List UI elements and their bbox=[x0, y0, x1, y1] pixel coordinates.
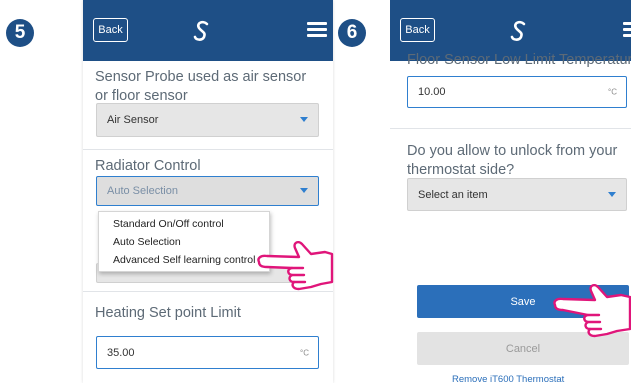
remove-thermostat-link[interactable]: Remove iT600 Thermostat bbox=[452, 374, 564, 383]
step-6-badge: 6 bbox=[338, 19, 366, 47]
unlock-label: Do you allow to unlock from your thermos… bbox=[407, 143, 618, 178]
radiator-control-select[interactable]: Auto Selection bbox=[96, 176, 319, 206]
unit-label: °C bbox=[300, 348, 309, 357]
unlock-select[interactable]: Select an item bbox=[407, 178, 627, 211]
caret-down-icon bbox=[300, 117, 308, 122]
radiator-control-options: Standard On/Off control Auto Selection A… bbox=[98, 211, 270, 272]
sensor-probe-label: Sensor Probe used as air sensor or floor… bbox=[95, 69, 307, 104]
step-5-badge: 5 bbox=[6, 19, 34, 47]
divider bbox=[390, 128, 631, 129]
phone-screen-step-5: Back Sensor Probe used as air sensor or … bbox=[83, 0, 333, 383]
hamburger-menu-icon[interactable] bbox=[307, 22, 327, 37]
app-header-mask bbox=[390, 0, 631, 61]
app-header: Back bbox=[83, 0, 333, 61]
divider bbox=[83, 149, 333, 150]
unlock-value: Select an item bbox=[418, 188, 488, 201]
option-advanced-self-learning[interactable]: Advanced Self learning control bbox=[113, 254, 255, 266]
pointing-hand-icon bbox=[257, 240, 334, 291]
sensor-probe-value: Air Sensor bbox=[107, 114, 159, 126]
sensor-probe-select[interactable]: Air Sensor bbox=[96, 103, 319, 137]
heating-limit-input[interactable]: 35.00 °C bbox=[96, 336, 319, 369]
floor-limit-input[interactable]: 10.00 °C bbox=[407, 76, 627, 108]
heating-limit-label: Heating Set point Limit bbox=[95, 305, 241, 321]
option-auto-selection[interactable]: Auto Selection bbox=[113, 236, 181, 248]
salus-logo-icon bbox=[193, 20, 209, 41]
heating-limit-value: 35.00 bbox=[107, 346, 135, 359]
pointing-hand-icon bbox=[553, 283, 631, 338]
caret-down-icon bbox=[300, 188, 308, 193]
radiator-control-label: Radiator Control bbox=[95, 158, 201, 174]
unit-label: °C bbox=[608, 87, 617, 97]
floor-limit-value: 10.00 bbox=[418, 86, 446, 98]
option-standard-on-off[interactable]: Standard On/Off control bbox=[113, 218, 224, 230]
caret-down-icon bbox=[608, 191, 616, 197]
radiator-control-value: Auto Selection bbox=[107, 185, 178, 197]
back-button[interactable]: Back bbox=[93, 18, 128, 42]
